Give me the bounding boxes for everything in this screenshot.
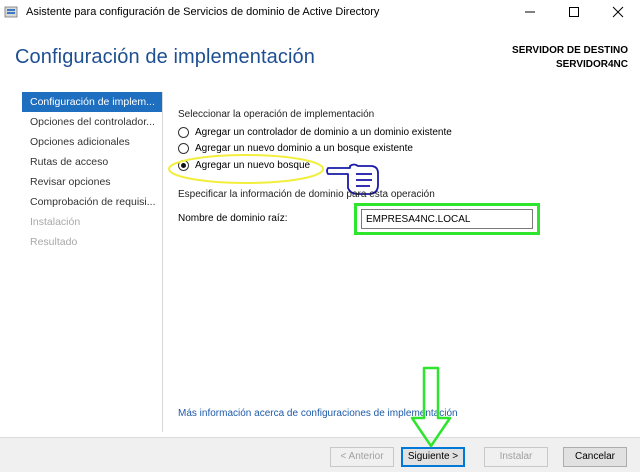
- target-server-name: SERVIDOR4NC: [555, 59, 628, 70]
- page-title: Configuración de implementación: [15, 46, 315, 68]
- wizard-nav: Configuración de implem... Opciones del …: [22, 92, 162, 252]
- option-add-dc-existing-domain[interactable]: Agregar un controlador de dominio a un d…: [178, 125, 452, 139]
- window-title: Asistente para configuración de Servicio…: [26, 6, 380, 18]
- minimize-icon: [525, 11, 535, 13]
- nav-item-review-options[interactable]: Revisar opciones: [22, 172, 162, 192]
- target-server: SERVIDOR DE DESTINO SERVIDOR4NC: [512, 44, 628, 72]
- close-button[interactable]: [596, 0, 640, 24]
- target-server-label: SERVIDOR DE DESTINO: [512, 45, 628, 56]
- nav-item-deployment-config[interactable]: Configuración de implem...: [22, 92, 162, 112]
- option-label: Agregar un nuevo dominio a un bosque exi…: [195, 142, 413, 154]
- previous-button[interactable]: < Anterior: [330, 447, 394, 467]
- option-label: Agregar un nuevo bosque: [195, 159, 311, 171]
- nav-item-paths[interactable]: Rutas de acceso: [22, 152, 162, 172]
- root-domain-label: Nombre de dominio raíz:: [178, 213, 288, 224]
- operation-heading: Seleccionar la operación de implementaci…: [178, 109, 375, 120]
- maximize-icon: [569, 7, 579, 17]
- cancel-button[interactable]: Cancelar: [563, 447, 627, 467]
- nav-item-prerequisites-check[interactable]: Comprobación de requisi...: [22, 192, 162, 212]
- install-button[interactable]: Instalar: [484, 447, 548, 467]
- nav-item-results: Resultado: [30, 236, 78, 248]
- radio-button-selected[interactable]: [178, 159, 189, 171]
- maximize-button[interactable]: [552, 0, 596, 24]
- server-manager-icon: [4, 5, 18, 19]
- nav-item-installation: Instalación: [30, 216, 81, 228]
- option-add-new-forest[interactable]: Agregar un nuevo bosque: [178, 158, 310, 172]
- radio-button[interactable]: [178, 142, 189, 154]
- minimize-button[interactable]: [508, 0, 552, 24]
- option-add-domain-existing-forest[interactable]: Agregar un nuevo dominio a un bosque exi…: [178, 141, 413, 155]
- more-info-link[interactable]: Más información acerca de configuracione…: [178, 408, 458, 419]
- nav-item-additional-options[interactable]: Opciones adicionales: [22, 132, 162, 152]
- nav-item-dc-options[interactable]: Opciones del controlador...: [22, 112, 162, 132]
- root-domain-input[interactable]: [361, 209, 533, 229]
- domain-heading: Especificar la información de dominio pa…: [178, 189, 435, 200]
- radio-button[interactable]: [178, 126, 189, 138]
- nav-divider: [162, 92, 163, 432]
- close-icon: [612, 6, 624, 18]
- down-arrow-icon: [410, 366, 452, 448]
- next-button[interactable]: Siguiente >: [401, 447, 465, 467]
- title-bar: Asistente para configuración de Servicio…: [0, 0, 640, 26]
- option-label: Agregar un controlador de dominio a un d…: [195, 126, 452, 138]
